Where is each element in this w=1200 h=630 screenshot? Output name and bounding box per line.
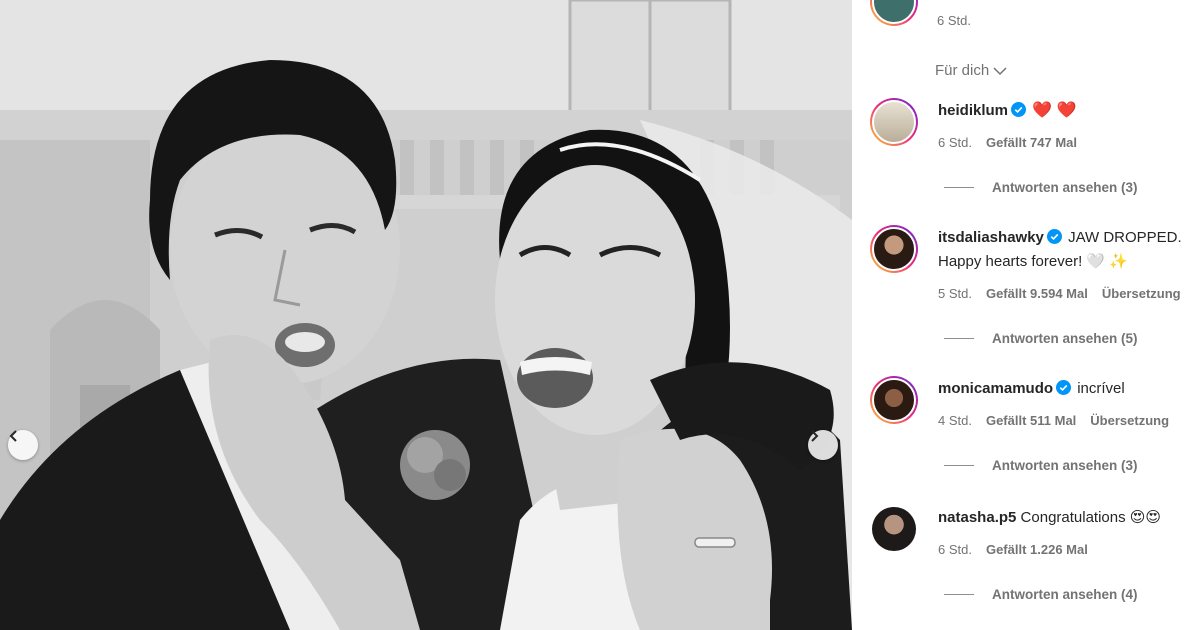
comments-panel: 6 Std. Für dich heidiklum ❤️ ❤️ 6 Std. G…	[852, 0, 1200, 630]
view-replies-button[interactable]: Antworten ansehen (4)	[944, 587, 1138, 602]
view-replies-label: Antworten ansehen (3)	[992, 458, 1138, 473]
translate-link[interactable]: Übersetzung	[1090, 413, 1169, 428]
comment-text: ❤️ ❤️	[1032, 102, 1077, 119]
carousel-prev-button[interactable]	[8, 430, 38, 460]
view-replies-label: Antworten ansehen (4)	[992, 587, 1138, 602]
comment-likes[interactable]: Gefällt 1.226 Mal	[986, 542, 1088, 557]
comment-time: 6 Std.	[937, 13, 971, 28]
verified-badge-icon	[1056, 380, 1072, 402]
comment-time: 6 Std.	[938, 542, 972, 557]
view-replies-button[interactable]: Antworten ansehen (5)	[944, 331, 1138, 346]
sort-label: Für dich	[935, 62, 990, 79]
wedding-photo-illustration	[0, 0, 852, 630]
comment-text-line2: Happy hearts forever! 🤍 ✨	[938, 253, 1128, 270]
comment-text: Congratulations 😍😍	[1020, 509, 1162, 526]
divider	[944, 338, 974, 339]
sort-dropdown[interactable]: Für dich	[935, 62, 1007, 79]
avatar[interactable]	[870, 0, 918, 26]
divider	[944, 594, 974, 595]
chevron-left-icon	[9, 430, 17, 442]
chevron-right-icon	[811, 430, 819, 442]
divider	[944, 465, 974, 466]
comment-likes[interactable]: Gefällt 747 Mal	[986, 135, 1077, 150]
comment-text: JAW DROPPED.	[1068, 229, 1182, 246]
comment-username[interactable]: itsdaliashawky	[938, 229, 1044, 246]
comment-likes[interactable]: Gefällt 511 Mal	[986, 413, 1076, 428]
comment-body: heidiklum ❤️ ❤️	[938, 100, 1200, 124]
comment-time: 5 Std.	[938, 286, 972, 301]
avatar[interactable]	[870, 225, 918, 273]
comment-time: 4 Std.	[938, 413, 972, 428]
comment-username[interactable]: natasha.p5	[938, 509, 1016, 526]
divider	[944, 187, 974, 188]
translate-link[interactable]: Übersetzung	[1102, 286, 1181, 301]
comment-time: 6 Std.	[938, 135, 972, 150]
comment-meta: 6 Std. Gefällt 1.226 Mal	[938, 542, 1088, 557]
post-photo[interactable]	[0, 0, 852, 630]
comment-body: itsdaliashawky JAW DROPPED. Happy hearts…	[938, 227, 1200, 273]
avatar[interactable]	[870, 98, 918, 146]
carousel-next-button[interactable]	[808, 430, 838, 460]
verified-badge-icon	[1046, 229, 1062, 251]
comment-meta: 5 Std. Gefällt 9.594 Mal Übersetzung	[938, 286, 1181, 301]
chevron-down-icon	[993, 66, 1007, 75]
verified-badge-icon	[1011, 102, 1027, 124]
comment-likes[interactable]: Gefällt 9.594 Mal	[986, 286, 1088, 301]
view-replies-label: Antworten ansehen (5)	[992, 331, 1138, 346]
comment-body: monicamamudo incrível	[938, 378, 1200, 402]
view-replies-button[interactable]: Antworten ansehen (3)	[944, 180, 1138, 195]
avatar[interactable]	[870, 376, 918, 424]
view-replies-label: Antworten ansehen (3)	[992, 180, 1138, 195]
comment-meta: 6 Std. Gefällt 747 Mal	[938, 135, 1077, 150]
comment-username[interactable]: monicamamudo	[938, 380, 1053, 397]
comment-meta: 4 Std. Gefällt 511 Mal Übersetzung	[938, 413, 1169, 428]
view-replies-button[interactable]: Antworten ansehen (3)	[944, 458, 1138, 473]
comment-body: natasha.p5 Congratulations 😍😍	[938, 507, 1200, 529]
comment-text: incrível	[1077, 380, 1125, 397]
comment-username[interactable]: heidiklum	[938, 102, 1008, 119]
avatar[interactable]	[870, 505, 918, 553]
